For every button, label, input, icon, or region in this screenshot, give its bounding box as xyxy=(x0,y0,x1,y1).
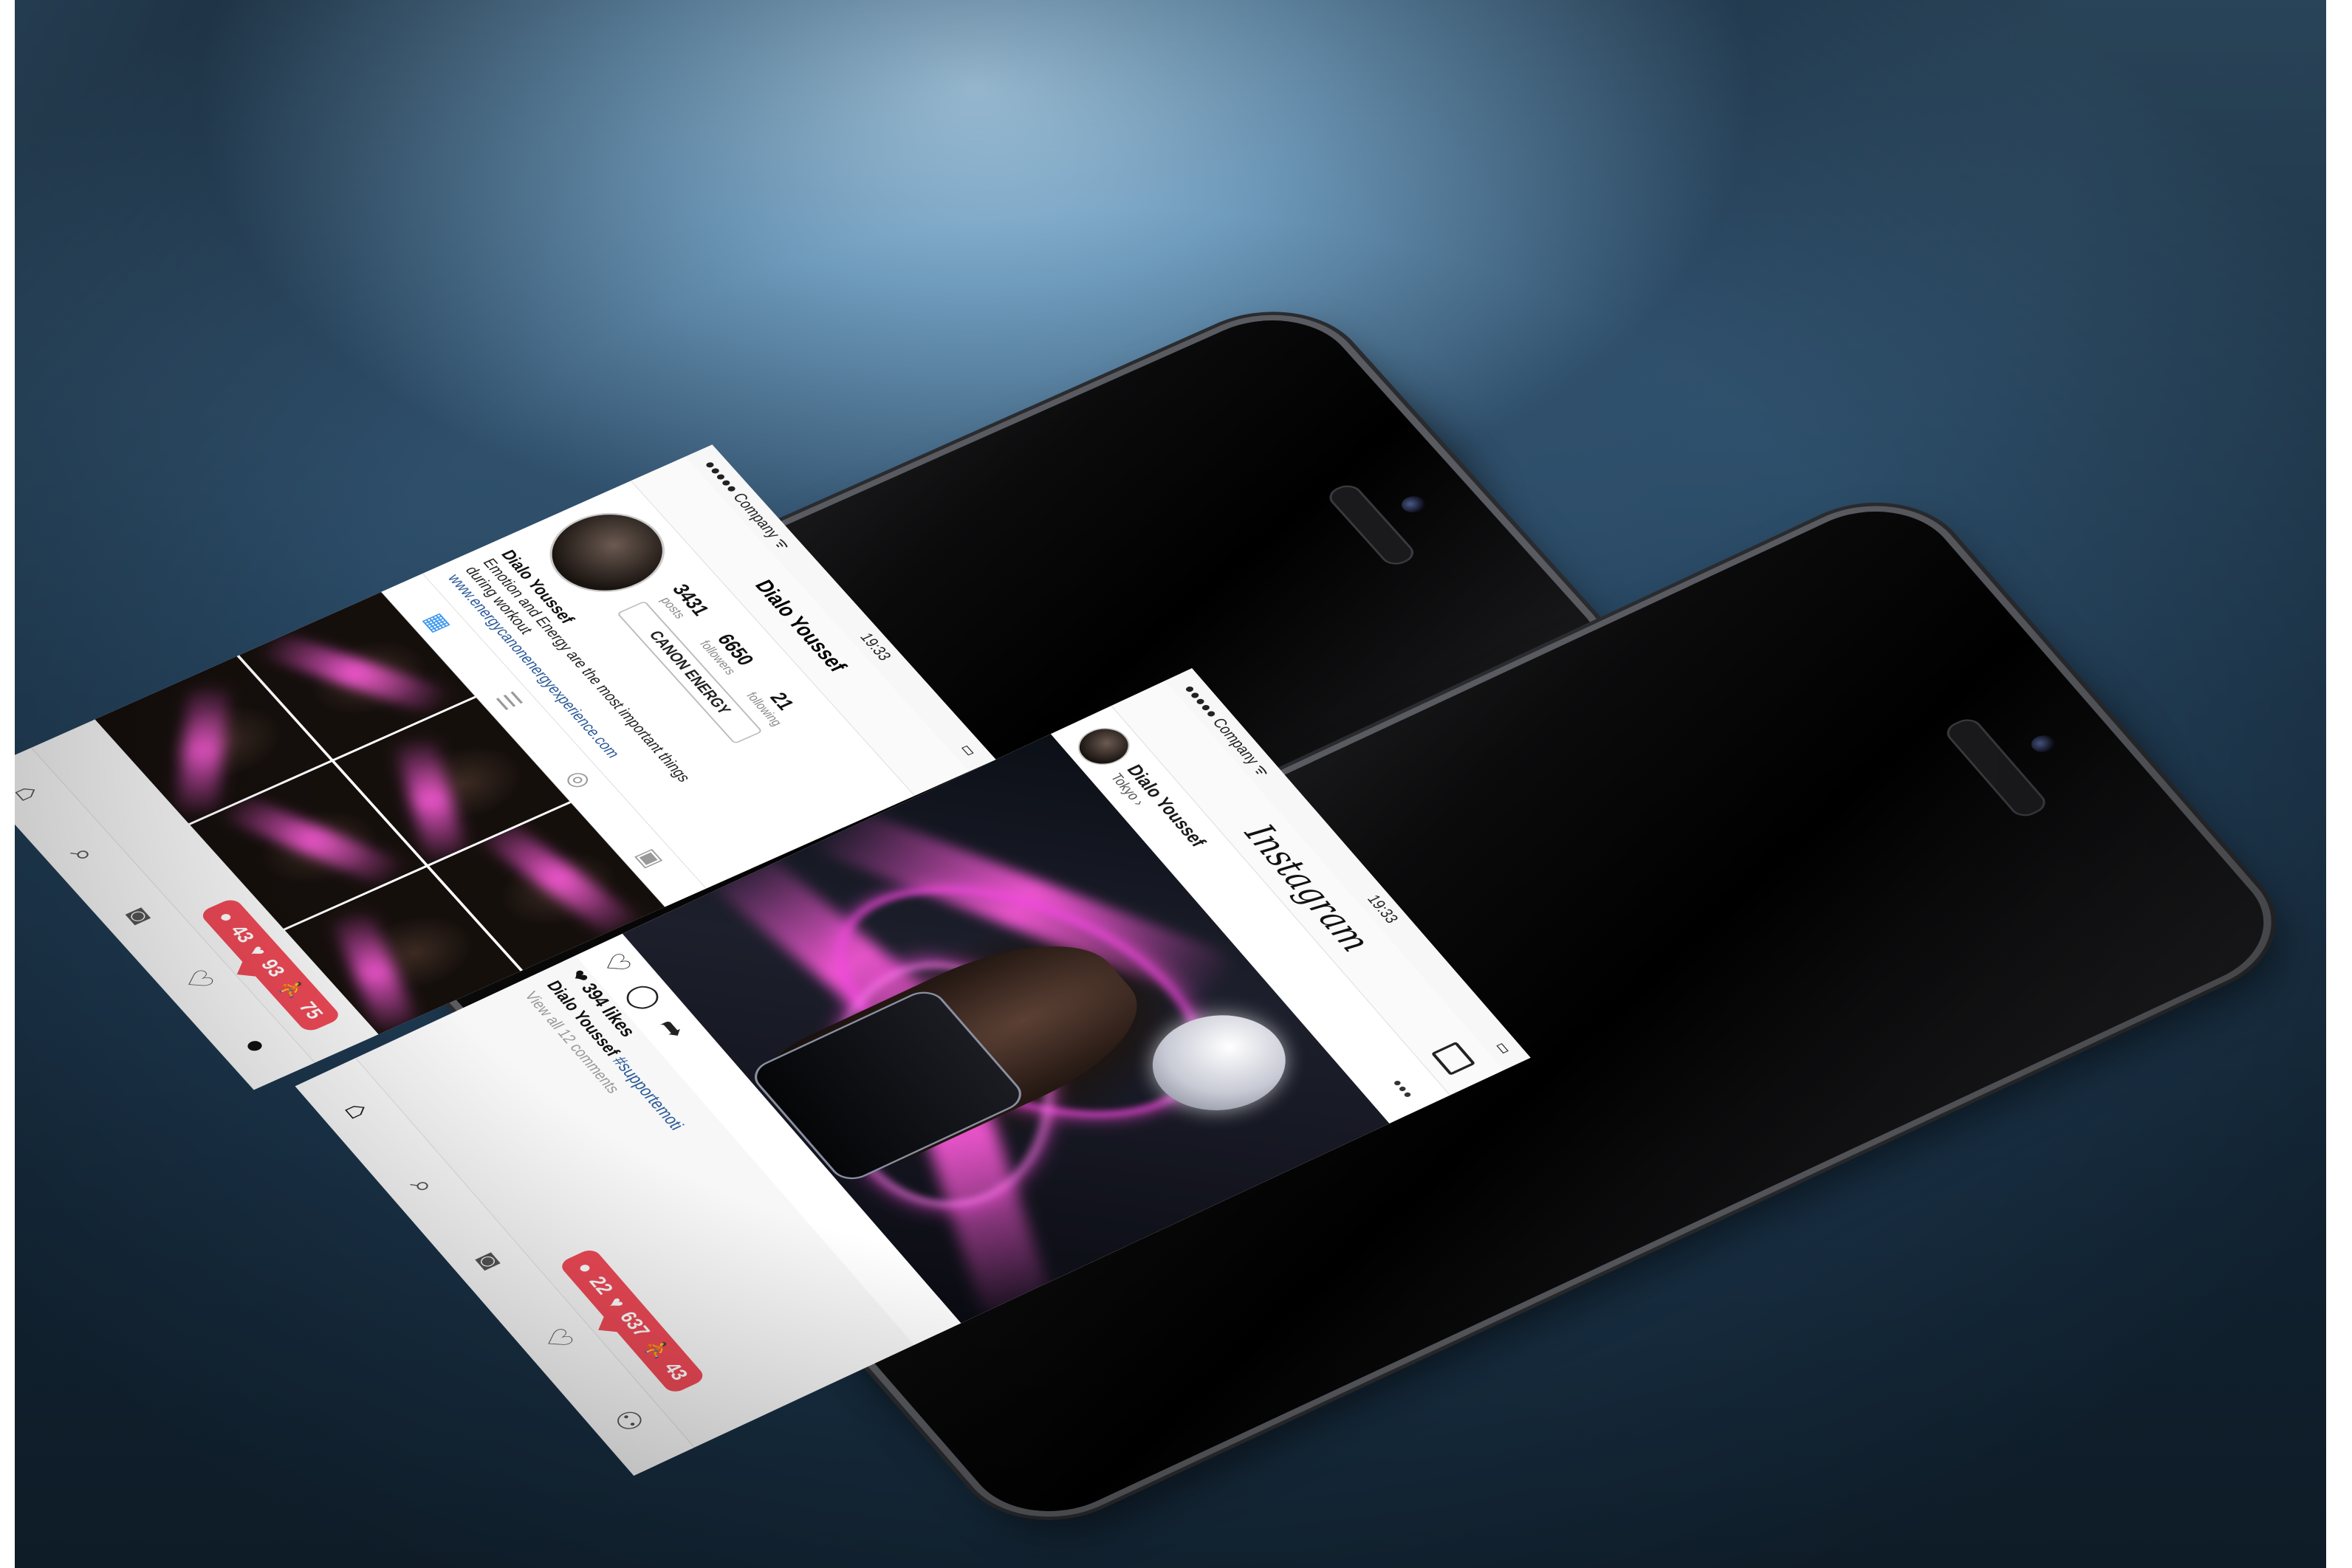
list-view-icon[interactable]: ☰ xyxy=(489,688,528,714)
share-arrow-icon[interactable]: ➦ xyxy=(651,1014,693,1044)
like-count: 637 xyxy=(615,1308,656,1340)
light-streak xyxy=(256,630,454,717)
comment-count: 22 xyxy=(585,1273,619,1298)
search-icon[interactable]: ⌕ xyxy=(64,842,105,866)
camera-icon[interactable]: ◙ xyxy=(469,1248,510,1274)
heart-icon[interactable]: ♡ xyxy=(175,965,222,996)
profile-icon[interactable]: ● xyxy=(236,1032,278,1058)
comment-icon: ● xyxy=(213,908,241,926)
inbox-icon[interactable] xyxy=(1430,1041,1476,1076)
battery-icon: ▭ xyxy=(1491,1039,1517,1057)
camera-icon[interactable]: ◙ xyxy=(119,903,161,929)
comment-count: 43 xyxy=(225,922,260,946)
grid-view-icon[interactable]: ▦ xyxy=(417,609,457,636)
profile-icon[interactable]: ⚇ xyxy=(606,1405,652,1437)
follower-count: 75 xyxy=(295,998,329,1022)
front-phone-camera xyxy=(2026,732,2060,756)
search-icon[interactable]: ⌕ xyxy=(403,1172,444,1198)
like-count: 93 xyxy=(256,956,290,980)
post-avatar[interactable] xyxy=(1068,721,1139,772)
back-phone-camera xyxy=(1397,493,1430,516)
home-icon[interactable]: ⌂ xyxy=(337,1097,379,1124)
like-icon: ♥ xyxy=(244,942,272,960)
like-heart-icon[interactable]: ♡ xyxy=(594,949,637,979)
home-icon[interactable]: ⌂ xyxy=(15,780,49,805)
light-streak xyxy=(176,682,230,819)
mockup-scene: ●●●●● Company ᯤ 19:33 ▭ Dialo Youssef 34… xyxy=(15,0,2326,1568)
back-phone-speaker xyxy=(1323,481,1419,569)
front-phone-speaker xyxy=(1941,715,2051,821)
tagged-icon[interactable]: ▣ xyxy=(630,845,670,871)
follower-count: 43 xyxy=(659,1358,693,1383)
comment-icon: ● xyxy=(572,1259,600,1276)
light-streak xyxy=(329,907,420,1035)
more-options-icon[interactable]: ••• xyxy=(1383,1076,1421,1104)
follower-icon: ⛹ xyxy=(274,976,310,1002)
like-icon: ♥ xyxy=(603,1293,631,1312)
stat-posts[interactable]: 3431 posts xyxy=(653,581,713,625)
location-icon[interactable]: ◎ xyxy=(560,767,599,792)
heart-icon[interactable]: ♡ xyxy=(535,1323,581,1355)
comment-bubble-icon[interactable]: ◯ xyxy=(620,980,668,1014)
follower-icon: ⛹ xyxy=(640,1336,675,1363)
battery-icon: ▭ xyxy=(956,741,982,759)
